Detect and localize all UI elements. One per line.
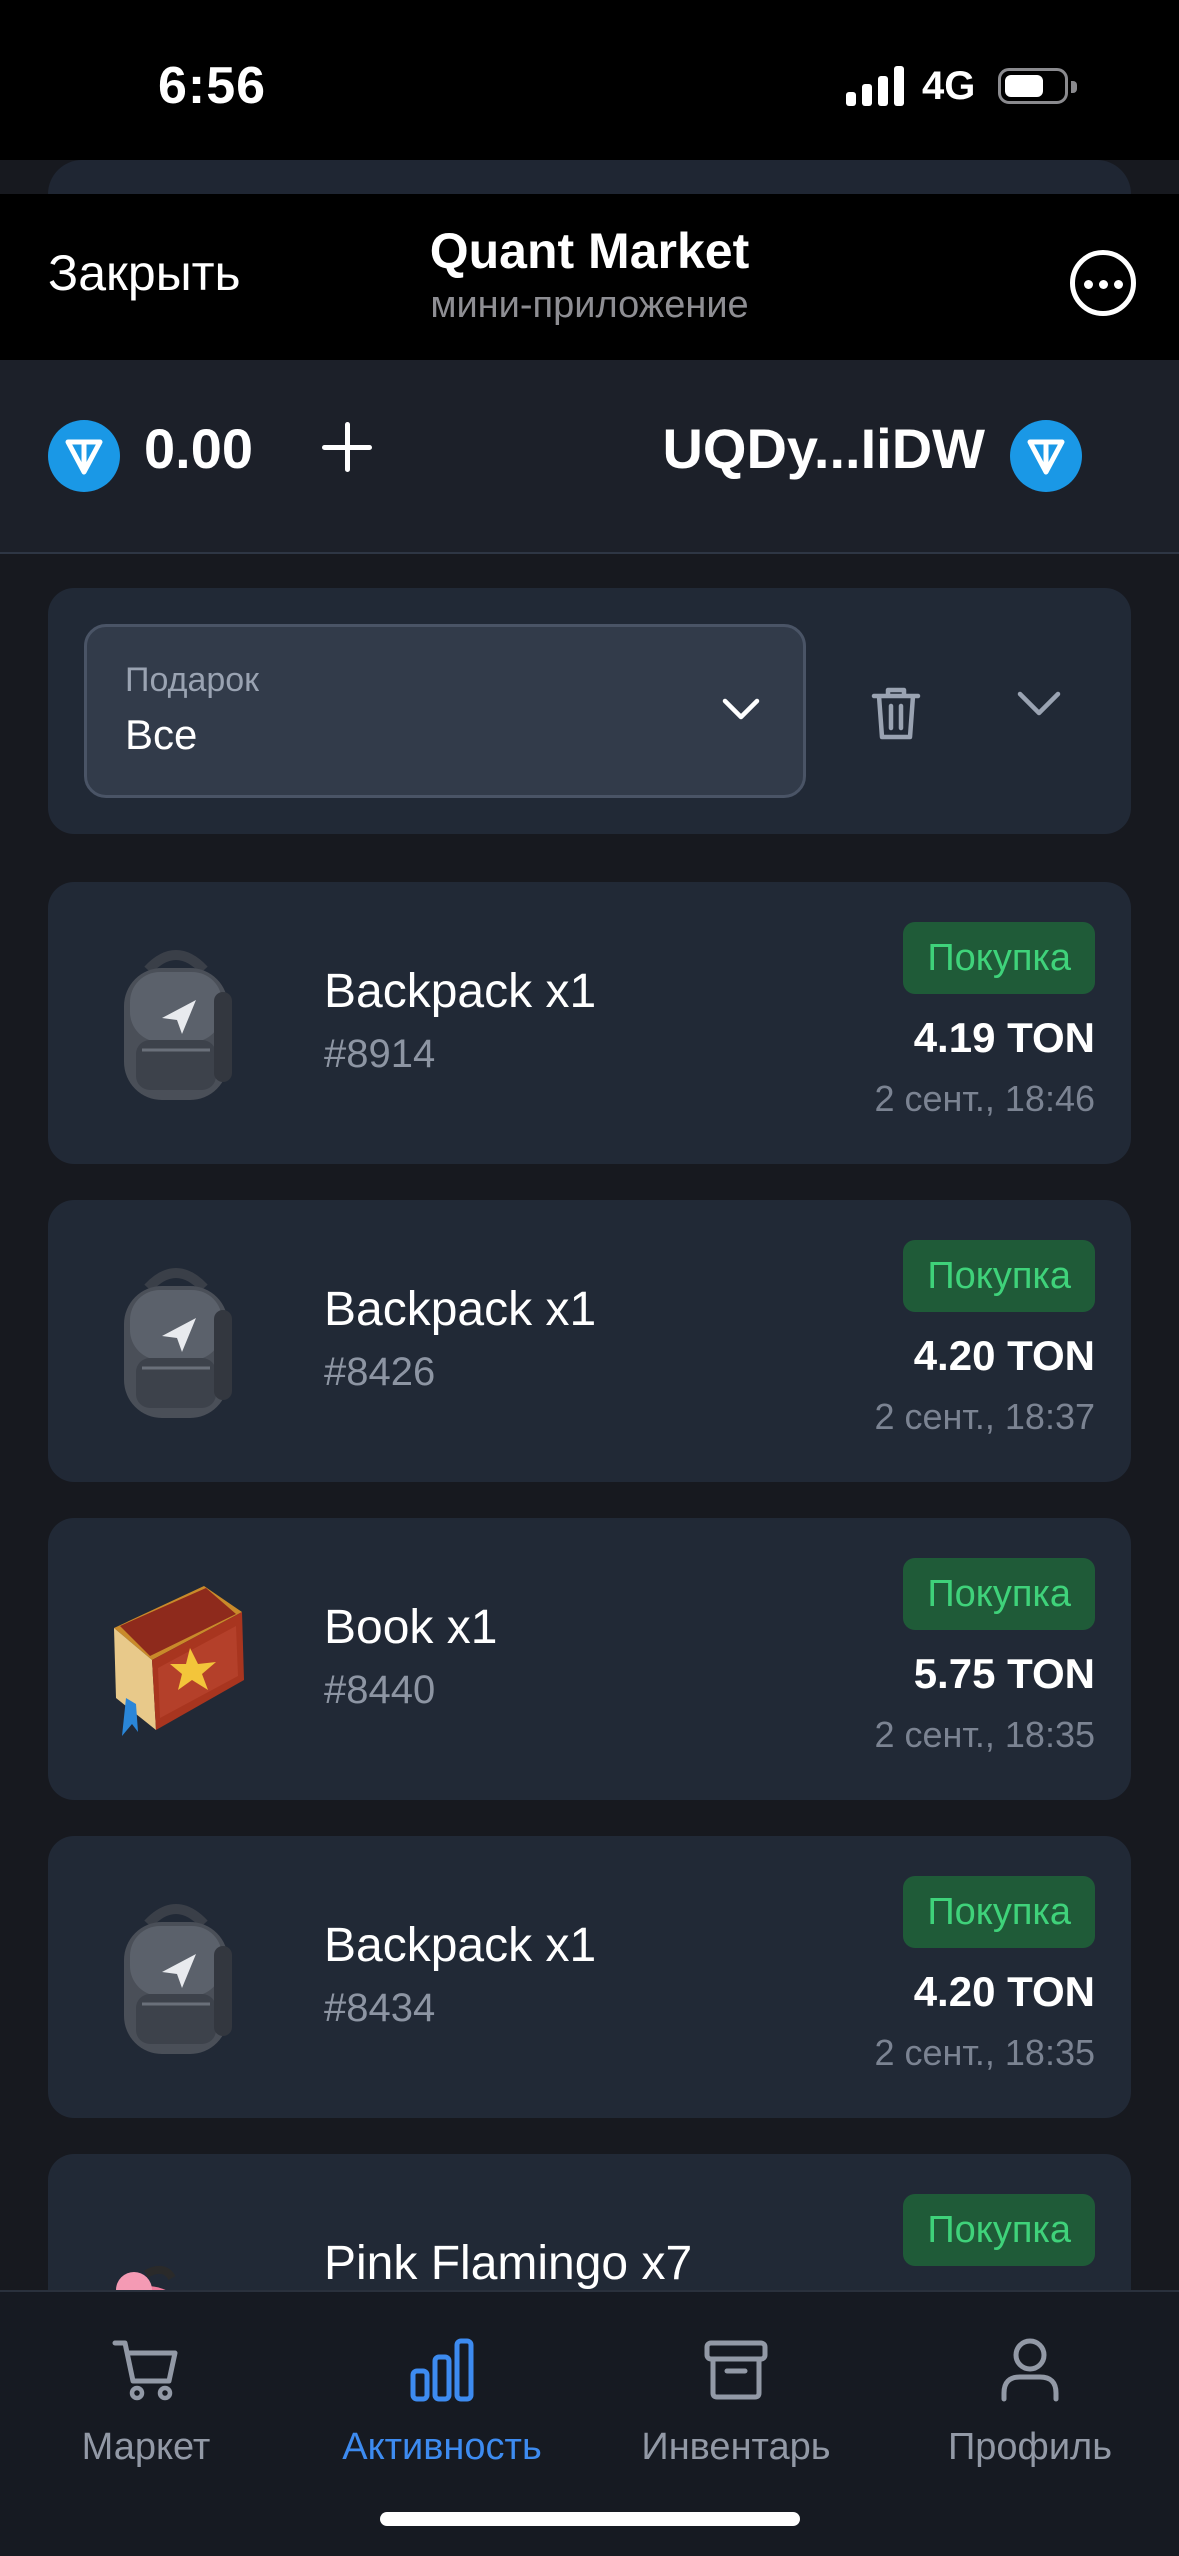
backpack-icon <box>124 1904 232 2054</box>
item-date: 2 сент., 18:46 <box>874 1078 1095 1119</box>
ton-icon <box>48 420 120 492</box>
status-badge: Покупка <box>903 1876 1095 1948</box>
wallet-address[interactable]: UQDy...IiDW <box>662 416 985 481</box>
wallet-bar: 0.00 UQDy...IiDW <box>0 360 1179 554</box>
item-price: 4.20 TON <box>913 1332 1095 1379</box>
bar-chart-icon <box>410 2338 474 2402</box>
status-badge: Покупка <box>903 1558 1095 1630</box>
item-price: 4.20 TON <box>913 1968 1095 2015</box>
item-name: Backpack x1 <box>324 1919 597 1972</box>
title-block: Quant Market мини-приложение <box>0 222 1179 327</box>
activity-item[interactable]: Backpack x1 #8434 Покупка 4.20 TON 2 сен… <box>48 1836 1131 2118</box>
status-badge: Покупка <box>903 2194 1095 2266</box>
item-date: 2 сент., 18:35 <box>874 2032 1095 2073</box>
top-up-button[interactable] <box>322 422 372 472</box>
book-icon <box>114 1586 244 1736</box>
gift-filter-select[interactable]: Подарок Все <box>84 624 806 798</box>
item-number: #8426 <box>324 1350 436 1394</box>
home-indicator <box>380 2512 800 2526</box>
filter-panel: Подарок Все <box>48 588 1131 834</box>
cellular-signal-icon <box>846 66 906 106</box>
status-badge: Покупка <box>903 922 1095 994</box>
item-price: 4.19 TON <box>913 1014 1095 1061</box>
nav-label: Профиль <box>947 2426 1113 2468</box>
nav-item-activity[interactable]: Активность <box>312 2320 572 2469</box>
app-subtitle: мини-приложение <box>430 284 749 326</box>
gift-filter-label: Подарок <box>125 661 260 699</box>
nav-item-profile[interactable]: Профиль <box>900 2320 1160 2469</box>
chevron-down-icon[interactable] <box>1016 688 1062 718</box>
item-date: 2 сент., 18:35 <box>874 1714 1095 1755</box>
activity-item[interactable]: Backpack x1 #8914 Покупка 4.19 TON 2 сен… <box>48 882 1131 1164</box>
wallet-ton-icon[interactable] <box>1010 420 1082 492</box>
archive-box-icon <box>704 2340 768 2400</box>
sheet-background <box>48 160 1131 194</box>
app-header: Закрыть Quant Market мини-приложение <box>0 194 1179 360</box>
user-icon <box>1001 2338 1059 2402</box>
more-options-button[interactable] <box>1070 250 1136 316</box>
item-name: Backpack x1 <box>324 965 597 1018</box>
activity-list: Backpack x1 #8914 Покупка 4.19 TON 2 сен… <box>48 882 1131 2472</box>
trash-icon[interactable] <box>870 684 922 742</box>
activity-item[interactable]: Backpack x1 #8426 Покупка 4.20 TON 2 сен… <box>48 1200 1131 1482</box>
activity-item[interactable]: Book x1 #8440 Покупка 5.75 TON 2 сент., … <box>48 1518 1131 1800</box>
nav-item-market[interactable]: Маркет <box>16 2320 276 2469</box>
item-number: #8434 <box>324 1986 436 2030</box>
chevron-down-icon <box>722 698 760 720</box>
app-title: Quant Market <box>429 223 750 279</box>
status-badge: Покупка <box>903 1240 1095 1312</box>
nav-item-inventory[interactable]: Инвентарь <box>606 2320 866 2469</box>
screen: 6:56 4G Закрыть Quant Market мини-прилож… <box>0 0 1179 2556</box>
item-number: #8440 <box>324 1668 436 1712</box>
item-name: Book x1 <box>324 1601 498 1654</box>
nav-label: Активность <box>342 2426 542 2468</box>
item-price: 5.75 TON <box>913 1650 1095 1697</box>
item-name: Backpack x1 <box>324 1283 597 1336</box>
status-bar: 6:56 4G <box>0 0 1179 160</box>
status-time: 6:56 <box>158 57 267 115</box>
backpack-icon <box>124 1268 232 1418</box>
item-date: 2 сент., 18:37 <box>874 1396 1095 1437</box>
item-name: Pink Flamingo x7 <box>324 2237 693 2290</box>
nav-label: Маркет <box>81 2426 211 2468</box>
gift-filter-value: Все <box>125 711 198 758</box>
backpack-icon <box>124 950 232 1100</box>
ton-balance: 0.00 <box>144 417 253 480</box>
network-type: 4G <box>922 64 976 108</box>
cart-icon <box>112 2340 178 2401</box>
nav-label: Инвентарь <box>641 2426 831 2468</box>
item-number: #8914 <box>324 1032 436 1076</box>
battery-icon <box>998 68 1077 104</box>
